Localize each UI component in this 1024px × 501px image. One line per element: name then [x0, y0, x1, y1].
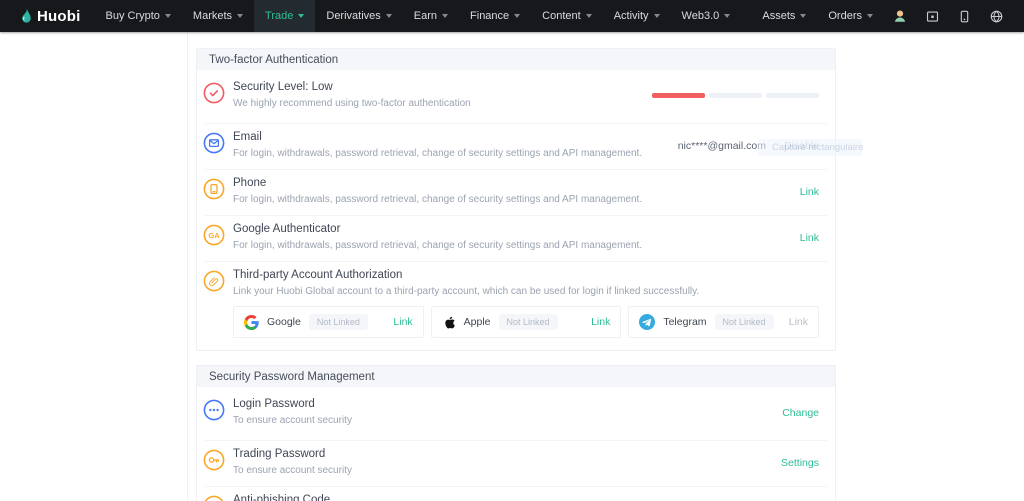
chevron-down-icon — [800, 14, 806, 18]
nav-item-finance[interactable]: Finance — [459, 0, 531, 32]
row-subtitle: We highly recommend using two-factor aut… — [233, 98, 648, 110]
change-login-password-button[interactable]: Change — [782, 407, 819, 419]
row-title: Phone — [233, 177, 800, 190]
lock-icon — [203, 495, 225, 501]
chevron-down-icon — [165, 14, 171, 18]
nav-item-assets[interactable]: Assets — [751, 0, 817, 32]
chevron-down-icon — [237, 14, 243, 18]
provider-status-badge: Not Linked — [309, 314, 368, 330]
security-settings-column: Two-factor Authentication Security Level… — [196, 48, 836, 501]
link-google-button[interactable]: Link — [393, 316, 412, 328]
chevron-down-icon — [724, 14, 730, 18]
chevron-down-icon — [654, 14, 660, 18]
section-header: Two-factor Authentication — [197, 49, 835, 70]
provider-name: Apple — [464, 316, 491, 328]
row-title: Google Authenticator — [233, 223, 800, 236]
provider-google: Google Not Linked Link — [233, 306, 424, 338]
row-subtitle: Link your Huobi Global account to a thir… — [233, 286, 819, 298]
telegram-logo — [639, 314, 655, 330]
link-google-authenticator-button[interactable]: Link — [800, 232, 819, 244]
main-content-area: Capture rectangulaire Two-factor Authent… — [0, 32, 1024, 501]
nav-item-activity[interactable]: Activity — [603, 0, 671, 32]
provider-name: Google — [267, 316, 301, 328]
row-third-party-authorization: Third-party Account Authorization Link y… — [197, 261, 835, 350]
nav-item-content[interactable]: Content — [531, 0, 603, 32]
email-value: nic****@gmail.com — [678, 140, 766, 152]
nav-item-orders[interactable]: Orders — [817, 0, 884, 32]
row-subtitle: To ensure account security — [233, 465, 781, 477]
top-navbar: Huobi Buy Crypto Markets Trade Derivativ… — [0, 0, 1024, 32]
row-security-level: Security Level: Low We highly recommend … — [197, 70, 835, 123]
section-header: Security Password Management — [197, 366, 835, 387]
provider-name: Telegram — [663, 316, 706, 328]
paperclip-icon — [203, 270, 225, 292]
security-password-management-card: Security Password Management Login Passw… — [196, 365, 836, 501]
link-phone-button[interactable]: Link — [800, 186, 819, 198]
row-title: Security Level: Low — [233, 81, 648, 94]
mobile-download-icon[interactable] — [956, 8, 972, 24]
huobi-security-settings-page: Huobi Buy Crypto Markets Trade Derivativ… — [0, 0, 1024, 501]
row-login-password: Login Password To ensure account securit… — [197, 387, 835, 440]
huobi-flame-icon — [18, 8, 32, 25]
row-title: Trading Password — [233, 448, 781, 461]
chevron-down-icon — [298, 14, 304, 18]
huobi-logo[interactable]: Huobi — [18, 8, 81, 25]
link-telegram-button[interactable]: Link — [789, 316, 808, 328]
link-apple-button[interactable]: Link — [591, 316, 610, 328]
chevron-down-icon — [586, 14, 592, 18]
key-icon — [203, 449, 225, 471]
navbar-right: Assets Orders — [751, 0, 1012, 32]
row-title: Login Password — [233, 398, 782, 411]
nav-item-buy-crypto[interactable]: Buy Crypto — [95, 0, 182, 32]
desktop-icon[interactable] — [924, 8, 940, 24]
row-subtitle: To ensure account security — [233, 415, 782, 427]
row-subtitle: For login, withdrawals, password retriev… — [233, 240, 800, 252]
row-email: Email For login, withdrawals, password r… — [197, 123, 835, 169]
nav-item-web3[interactable]: Web3.0 — [671, 0, 742, 32]
progress-segment-empty — [766, 93, 819, 98]
chevron-down-icon — [386, 14, 392, 18]
password-dots-icon — [203, 399, 225, 421]
progress-segment-filled — [652, 93, 705, 98]
provider-apple: Apple Not Linked Link — [431, 306, 622, 338]
third-party-provider-list: Google Not Linked Link — [233, 306, 819, 338]
row-anti-phishing-code: Anti-phishing Code The email sent to you… — [197, 486, 835, 501]
nav-item-trade[interactable]: Trade — [254, 0, 315, 32]
row-phone: Phone For login, withdrawals, password r… — [197, 169, 835, 215]
vertical-divider — [187, 32, 188, 501]
security-shield-icon — [203, 82, 225, 104]
chevron-down-icon — [514, 14, 520, 18]
disable-email-button[interactable]: Disable — [784, 140, 819, 152]
row-title: Email — [233, 131, 678, 144]
chevron-down-icon — [867, 14, 873, 18]
user-avatar-icon[interactable] — [892, 8, 908, 24]
apple-logo — [442, 315, 456, 330]
nav-item-earn[interactable]: Earn — [403, 0, 459, 32]
svg-text:GA: GA — [208, 231, 220, 240]
progress-segment-empty — [709, 93, 762, 98]
row-subtitle: For login, withdrawals, password retriev… — [233, 148, 678, 160]
nav-item-markets[interactable]: Markets — [182, 0, 254, 32]
row-trading-password: Trading Password To ensure account secur… — [197, 440, 835, 486]
section-title: Two-factor Authentication — [209, 54, 338, 66]
row-title: Third-party Account Authorization — [233, 269, 819, 282]
trading-password-settings-button[interactable]: Settings — [781, 457, 819, 469]
google-logo — [244, 315, 259, 330]
provider-status-badge: Not Linked — [715, 314, 774, 330]
google-authenticator-icon: GA — [203, 224, 225, 246]
chevron-down-icon — [442, 14, 448, 18]
nav-item-derivatives[interactable]: Derivatives — [315, 0, 402, 32]
globe-icon[interactable] — [988, 8, 1004, 24]
two-factor-authentication-card: Two-factor Authentication Security Level… — [196, 48, 836, 351]
provider-status-badge: Not Linked — [499, 314, 558, 330]
security-level-progress — [648, 93, 819, 98]
row-subtitle: For login, withdrawals, password retriev… — [233, 194, 800, 206]
provider-telegram: Telegram Not Linked Link — [628, 306, 819, 338]
section-title: Security Password Management — [209, 371, 375, 383]
row-title: Anti-phishing Code — [233, 494, 781, 501]
brand-name: Huobi — [37, 8, 81, 25]
email-icon — [203, 132, 225, 154]
row-google-authenticator: GA Google Authenticator For login, withd… — [197, 215, 835, 261]
phone-icon — [203, 178, 225, 200]
